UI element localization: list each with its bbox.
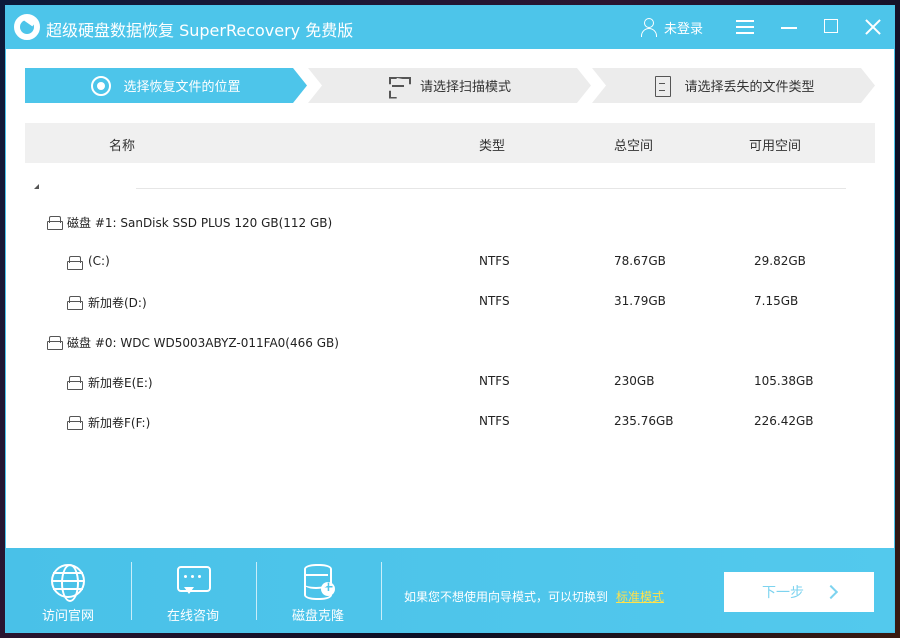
app-logo-icon [14, 14, 40, 40]
collapse-arrow-icon[interactable] [34, 184, 39, 189]
app-window: 超级硬盘数据恢复 SuperRecovery 免费版 未登录 选择恢复文件的位置… [5, 5, 895, 633]
app-title: 超级硬盘数据恢复 SuperRecovery 免费版 [46, 21, 354, 40]
partition-row[interactable]: (C:) NTFS 78.67GB 29.82GB [25, 243, 875, 283]
step-label: 选择恢复文件的位置 [123, 80, 241, 95]
next-step-button[interactable]: 下一步 [724, 572, 874, 612]
menu-icon[interactable] [732, 15, 758, 39]
partition-row[interactable]: 新加卷E(E:) NTFS 230GB 105.38GB [25, 363, 875, 403]
next-step-label: 下一步 [762, 585, 804, 601]
globe-icon [51, 564, 85, 602]
step-label: 请选择丢失的文件类型 [684, 80, 815, 95]
chevron-right-icon [823, 584, 839, 600]
switch-mode-text: 如果您不想使用向导模式，可以切换到 [404, 590, 609, 604]
header-total-space[interactable]: 总空间 [614, 135, 653, 154]
partition-name: (C:) [88, 254, 110, 268]
disk-label: 磁盘 #1: SanDisk SSD PLUS 120 GB(112 GB) [67, 216, 333, 230]
chat-icon [176, 564, 211, 598]
partition-free: 105.38GB [754, 374, 814, 388]
partition-free: 7.15GB [754, 294, 799, 308]
step-scan-mode[interactable]: 请选择扫描模式 [308, 68, 591, 103]
drive-icon [66, 374, 83, 390]
partition-free: 226.42GB [754, 414, 814, 428]
visit-website-button[interactable]: 访问官网 [6, 548, 130, 632]
wizard-steps: 选择恢复文件的位置 请选择扫描模式 请选择丢失的文件类型 [25, 68, 877, 103]
table-header: 名称 类型 总空间 可用空间 [25, 123, 875, 163]
partition-total: 230GB [614, 374, 655, 388]
partition-type: NTFS [479, 254, 510, 268]
partition-name: 新加卷E(E:) [88, 376, 153, 390]
partition-row[interactable]: 新加卷F(F:) NTFS 235.76GB 226.42GB [25, 403, 875, 443]
login-label: 未登录 [664, 21, 704, 37]
step-select-location[interactable]: 选择恢复文件的位置 [25, 68, 307, 103]
file-icon [652, 75, 672, 97]
header-name[interactable]: 名称 [109, 135, 135, 154]
online-consult-button[interactable]: 在线咨询 [131, 548, 255, 632]
partition-name: 新加卷(D:) [88, 296, 147, 310]
footer-button-label: 访问官网 [41, 609, 94, 624]
title-bar: 超级硬盘数据恢复 SuperRecovery 免费版 未登录 [6, 6, 894, 49]
drive-icon [66, 414, 83, 430]
drive-icon [66, 294, 83, 310]
partition-total: 78.67GB [614, 254, 666, 268]
drive-icon [66, 254, 83, 270]
header-free-space[interactable]: 可用空间 [749, 135, 801, 154]
partition-row[interactable]: 新加卷(D:) NTFS 31.79GB 7.15GB [25, 283, 875, 323]
login-button[interactable]: 未登录 [640, 16, 703, 38]
step-file-type[interactable]: 请选择丢失的文件类型 [592, 68, 875, 103]
scan-icon [388, 76, 408, 96]
minimize-icon[interactable] [776, 15, 802, 39]
partition-free: 29.82GB [754, 254, 806, 268]
hard-disk-icon [46, 334, 63, 350]
partition-type: NTFS [479, 294, 510, 308]
step-label: 请选择扫描模式 [419, 80, 511, 95]
hard-disk-icon [46, 214, 63, 230]
header-type[interactable]: 类型 [479, 135, 505, 154]
maximize-icon[interactable] [818, 15, 844, 39]
disk-row[interactable]: 磁盘 #1: SanDisk SSD PLUS 120 GB(112 GB) [25, 203, 875, 243]
partition-total: 31.79GB [614, 294, 666, 308]
location-icon [91, 75, 112, 96]
footer-button-label: 在线咨询 [166, 609, 219, 624]
partition-type: NTFS [479, 374, 510, 388]
partition-type: NTFS [479, 414, 510, 428]
database-icon [301, 564, 335, 600]
standard-mode-link[interactable]: 标准模式 [616, 588, 664, 605]
partition-total: 235.76GB [614, 414, 674, 428]
footer-bar: 访问官网 在线咨询 磁盘克隆 如果您不想使用向导模式，可以切换到 标准模式 下一… [6, 548, 894, 632]
close-icon[interactable] [860, 15, 886, 39]
footer-separator [381, 562, 382, 620]
footer-button-label: 磁盘克隆 [291, 609, 344, 624]
divider [136, 188, 846, 189]
user-icon [640, 17, 658, 37]
disk-clone-button[interactable]: 磁盘克隆 [256, 548, 380, 632]
disk-label: 磁盘 #0: WDC WD5003ABYZ-011FA0(466 GB) [67, 336, 339, 350]
disk-row[interactable]: 磁盘 #0: WDC WD5003ABYZ-011FA0(466 GB) [25, 323, 875, 363]
partition-name: 新加卷F(F:) [88, 416, 151, 430]
